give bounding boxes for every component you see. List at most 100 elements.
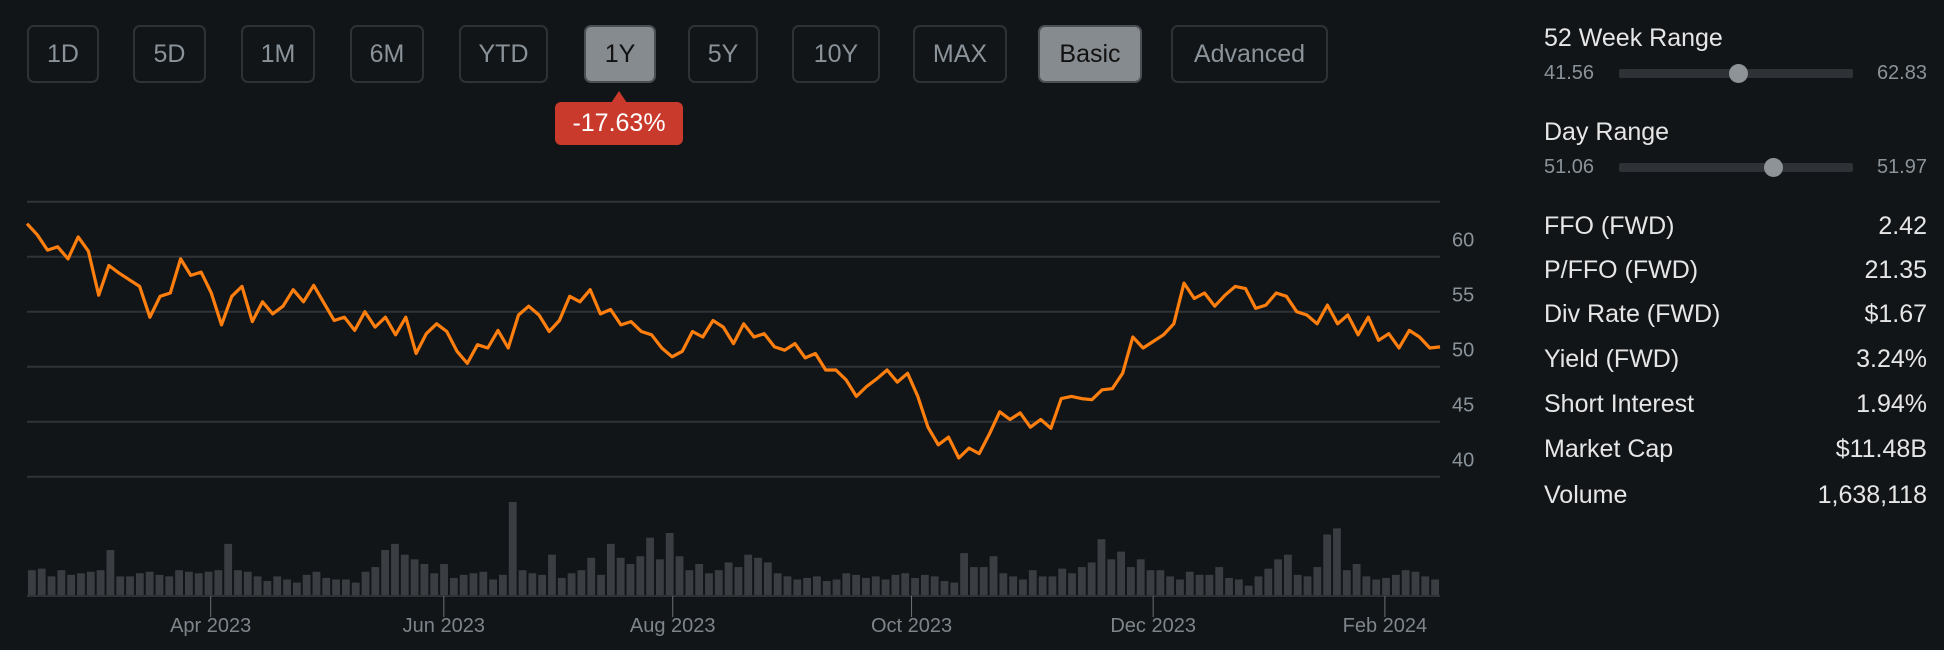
x-tick-label: Oct 2023 <box>871 615 952 637</box>
volume-bar <box>508 502 517 595</box>
volume-bar <box>1225 577 1233 595</box>
volume-bar <box>901 573 910 595</box>
volume-bar <box>57 570 66 595</box>
volume-bar <box>1215 567 1224 595</box>
day-range-slider <box>1619 158 1853 177</box>
volume-bar <box>705 573 713 595</box>
volume-bar <box>1107 559 1116 595</box>
volume-bar <box>587 557 596 595</box>
volume-bar <box>430 573 439 595</box>
volume-bar <box>1019 579 1027 595</box>
volume-bar <box>292 582 301 595</box>
volume-bar <box>783 576 792 595</box>
y-tick-label: 50 <box>1452 340 1474 362</box>
volume-bar <box>1333 528 1341 595</box>
volume-bar <box>871 576 880 595</box>
volume-bar <box>1058 568 1067 595</box>
volume-bar <box>1117 551 1125 595</box>
volume-bar <box>636 556 645 595</box>
volume-bar <box>175 570 183 595</box>
volume-bar <box>616 557 625 595</box>
volume-bar <box>1127 567 1135 595</box>
volume-bar <box>548 554 556 595</box>
stat-row: P/FFO (FWD) 21.35 <box>1544 256 1927 285</box>
volume-bar <box>606 543 615 595</box>
volume-bar <box>37 568 46 595</box>
volume-bar <box>243 571 252 595</box>
volume-bar <box>852 574 861 595</box>
volume-bar <box>479 571 488 595</box>
volume-bar <box>881 579 890 595</box>
y-tick-label: 55 <box>1452 285 1474 307</box>
volume-bar <box>714 570 723 595</box>
volume-bar <box>577 570 586 595</box>
volume-bar <box>744 554 753 595</box>
volume-bar <box>1156 570 1165 595</box>
volume-bar <box>253 576 262 595</box>
volume-bar <box>224 543 233 595</box>
volume-bar <box>263 581 272 595</box>
volume-bar <box>970 567 978 595</box>
stat-value: $1.67 <box>1864 300 1927 328</box>
volume-bar <box>891 574 900 595</box>
volume-bar <box>391 543 399 595</box>
volume-bar <box>1274 559 1282 595</box>
volume-bar <box>165 576 174 595</box>
volume-bar <box>911 577 919 595</box>
volume-bar <box>1068 573 1076 595</box>
x-tick-label: Aug 2023 <box>630 615 716 637</box>
stat-value: 2.42 <box>1878 212 1927 240</box>
stat-label: Volume <box>1544 481 1628 509</box>
volume-bar <box>47 576 56 595</box>
volume-bar <box>351 582 360 595</box>
stat-row: Market Cap $11.48B <box>1544 435 1927 464</box>
volume-bar <box>400 554 409 595</box>
volume-bar <box>695 564 704 595</box>
volume-bar <box>145 571 154 595</box>
volume-bar <box>420 564 429 595</box>
volume-bar <box>822 581 831 595</box>
week52-range-slider <box>1619 64 1853 83</box>
volume-bar <box>538 574 547 595</box>
volume-bar <box>1244 585 1253 595</box>
week52-range-title: 52 Week Range <box>1544 24 1723 52</box>
volume-bar <box>1323 534 1332 595</box>
volume-bar <box>1372 579 1381 595</box>
volume-bar <box>1303 576 1312 595</box>
stat-value: 3.24% <box>1856 345 1927 373</box>
volume-bar <box>449 577 458 595</box>
volume-bar <box>665 533 674 595</box>
volume-bar <box>381 550 390 595</box>
x-tick-label: Jun 2023 <box>403 615 485 637</box>
volume-bar <box>1264 568 1273 595</box>
volume-bar <box>322 577 331 595</box>
y-tick-label: 40 <box>1452 450 1474 472</box>
stat-row: FFO (FWD) 2.42 <box>1544 212 1927 241</box>
stat-label: Div Rate (FWD) <box>1544 300 1721 328</box>
volume-bar <box>1234 579 1243 595</box>
day-low: 51.06 <box>1544 156 1595 178</box>
volume-bar <box>862 577 870 595</box>
volume-bar <box>754 557 762 595</box>
volume-bar <box>567 573 576 595</box>
volume-bar <box>1087 562 1096 595</box>
volume-bar <box>283 579 291 595</box>
volume-bar <box>185 571 193 595</box>
y-tick-label: 45 <box>1452 395 1474 417</box>
volume-bar <box>842 573 851 595</box>
stat-value: 1.94% <box>1856 390 1927 418</box>
volume-bar <box>1352 564 1361 595</box>
volume-bar <box>960 553 968 595</box>
volume-bar <box>1028 570 1037 595</box>
volume-bar <box>1411 571 1420 595</box>
x-tick-label: Apr 2023 <box>170 615 251 637</box>
volume-bar <box>1401 570 1410 595</box>
volume-bar <box>194 573 203 595</box>
volume-bar <box>67 574 76 595</box>
volume-bar <box>489 579 497 595</box>
stat-label: Yield (FWD) <box>1544 345 1680 373</box>
volume-bar <box>803 577 811 595</box>
volume-bar <box>1293 574 1302 595</box>
stat-value: 21.35 <box>1864 256 1927 284</box>
stat-label: FFO (FWD) <box>1544 212 1675 240</box>
